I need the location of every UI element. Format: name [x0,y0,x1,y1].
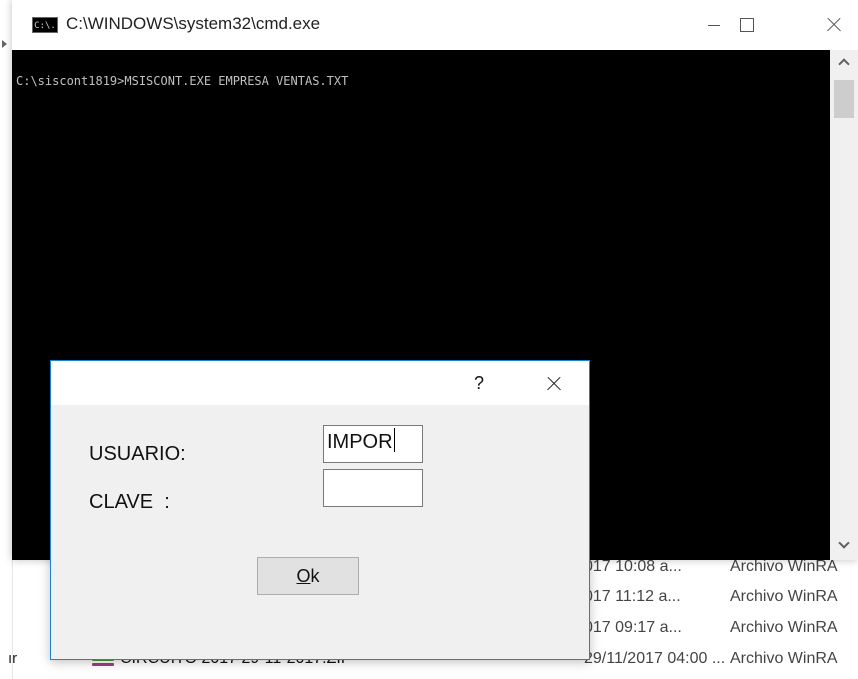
file-type: Archivo WinRA [730,588,838,605]
scroll-up-icon[interactable] [830,50,858,76]
help-button[interactable]: ? [461,361,497,405]
maximize-icon [740,18,754,32]
maximize-button[interactable] [726,0,772,50]
ok-button[interactable]: Ok [257,557,359,595]
scroll-down-icon[interactable] [830,534,858,560]
file-type: Archivo WinRA [730,558,838,575]
file-type: Archivo WinRA [730,650,838,667]
ok-label: k [310,566,320,586]
dialog-titlebar[interactable]: ? [51,361,589,405]
vertical-scrollbar[interactable] [830,50,858,560]
ok-accelerator: O [296,566,311,586]
username-label: USUARIO: [89,443,186,465]
cmd-titlebar[interactable]: C:\. C:\WINDOWS\system32\cmd.exe [12,0,858,50]
file-date: 29/11/2017 04:00 ... [584,650,726,667]
file-date: 017 10:08 a... [584,558,682,575]
dialog-close-button[interactable] [531,361,577,405]
minimize-icon [708,25,720,26]
login-dialog: ? USUARIO: CLAVE : IMPOR Ok [50,360,590,660]
file-date: 017 11:12 a... [584,588,681,605]
username-value: IMPOR [327,431,393,453]
window-title: C:\WINDOWS\system32\cmd.exe [66,14,321,33]
password-label: CLAVE : [89,491,170,513]
text-caret [393,428,396,452]
username-field[interactable]: IMPOR [323,425,423,463]
scroll-thumb[interactable] [834,80,854,118]
expand-arrow-icon[interactable] [2,40,7,48]
cmd-icon[interactable]: C:\. [32,17,58,33]
file-type: Archivo WinRA [730,619,838,636]
file-date: 017 09:17 a... [584,619,682,636]
close-button[interactable] [812,0,858,50]
console-line: C:\siscont1819>MSISCONT.EXE EMPRESA VENT… [16,74,349,88]
password-field[interactable] [323,469,423,507]
